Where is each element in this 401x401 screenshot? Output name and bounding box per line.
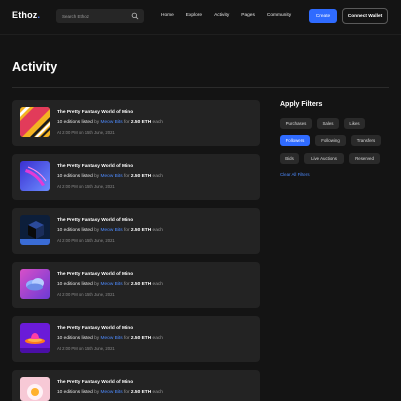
- each-label: each: [152, 228, 163, 233]
- nav-activity[interactable]: Activity: [214, 13, 229, 18]
- logo-text: Ethoz: [12, 10, 38, 20]
- edition-count: 10 editions listed: [57, 336, 93, 341]
- activity-card[interactable]: The Pretty Fantasy World of Mino 10 edit…: [12, 370, 260, 401]
- price: 2.50 ETH: [130, 174, 152, 179]
- search-icon[interactable]: [131, 12, 139, 20]
- search-box[interactable]: [56, 9, 144, 23]
- activity-card[interactable]: The Pretty Fantasy World of Mino 10 edit…: [12, 262, 260, 308]
- price: 2.50 ETH: [130, 390, 152, 395]
- filter-chip-transfers[interactable]: Transfers: [351, 135, 381, 146]
- price: 2.50 ETH: [130, 282, 152, 287]
- artist-link[interactable]: Meow Bits: [101, 228, 123, 233]
- edition-count: 10 editions listed: [57, 282, 93, 287]
- price: 2.50 ETH: [130, 120, 152, 125]
- by-label: by: [94, 120, 100, 125]
- card-timestamp: At 2:00 PM on 15th June, 2021: [57, 292, 115, 297]
- title-divider: [12, 87, 389, 88]
- artist-link[interactable]: Meow Bits: [101, 390, 123, 395]
- by-label: by: [94, 336, 100, 341]
- nft-thumbnail[interactable]: [20, 215, 50, 245]
- each-label: each: [152, 174, 163, 179]
- clear-filters-link[interactable]: Clear All Filters: [280, 172, 310, 177]
- nav-community[interactable]: Community: [267, 13, 291, 18]
- card-description: 10 editions listed by Meow Bits for 2.50…: [57, 120, 163, 125]
- filter-chip-sales[interactable]: Sales: [317, 118, 339, 129]
- activity-card[interactable]: The Pretty Fantasy World of Mino 10 edit…: [12, 154, 260, 200]
- nft-thumbnail[interactable]: [20, 269, 50, 299]
- nft-thumbnail[interactable]: [20, 161, 50, 191]
- for-label: for: [123, 228, 130, 233]
- by-label: by: [94, 174, 100, 179]
- filter-chip-following[interactable]: Following: [315, 135, 346, 146]
- card-title[interactable]: The Pretty Fantasy World of Mino: [57, 218, 133, 223]
- logo-dot: .: [37, 10, 41, 20]
- nav-home[interactable]: Home: [161, 13, 174, 18]
- card-timestamp: At 2:00 PM on 15th June, 2021: [57, 238, 115, 243]
- card-timestamp: At 2:00 PM on 15th June, 2021: [57, 346, 115, 351]
- filter-chip-live-auctions[interactable]: Live Auctions: [304, 153, 344, 164]
- filter-chip-reserved[interactable]: Reserved: [349, 153, 380, 164]
- for-label: for: [123, 390, 130, 395]
- filter-chip-likes[interactable]: Likes: [344, 118, 365, 129]
- filter-chip-bids[interactable]: Bids: [280, 153, 299, 164]
- card-description: 10 editions listed by Meow Bits for 2.50…: [57, 282, 163, 287]
- card-title[interactable]: The Pretty Fantasy World of Mino: [57, 326, 133, 331]
- connect-wallet-button[interactable]: Connect Wallet: [342, 8, 388, 24]
- filter-chip-purchases[interactable]: Purchases: [280, 118, 312, 129]
- artist-link[interactable]: Meow Bits: [101, 336, 123, 341]
- price: 2.50 ETH: [130, 336, 152, 341]
- card-title[interactable]: The Pretty Fantasy World of Mino: [57, 164, 133, 169]
- top-navigation-bar: Ethoz. Home Explore Activity Pages Commu…: [0, 0, 401, 34]
- search-input[interactable]: [62, 13, 128, 19]
- activity-card[interactable]: The Pretty Fantasy World of Mino 10 edit…: [12, 316, 260, 362]
- nft-thumbnail[interactable]: [20, 377, 50, 401]
- for-label: for: [123, 120, 130, 125]
- by-label: by: [94, 282, 100, 287]
- each-label: each: [152, 120, 163, 125]
- artist-link[interactable]: Meow Bits: [101, 120, 123, 125]
- filters-title: Apply Filters: [280, 101, 323, 108]
- page-title: Activity: [12, 60, 58, 74]
- header-divider: [0, 34, 401, 35]
- card-title[interactable]: The Pretty Fantasy World of Mino: [57, 110, 133, 115]
- artist-link[interactable]: Meow Bits: [101, 174, 123, 179]
- card-description: 10 editions listed by Meow Bits for 2.50…: [57, 228, 163, 233]
- card-description: 10 editions listed by Meow Bits for 2.50…: [57, 336, 163, 341]
- for-label: for: [123, 336, 130, 341]
- filter-chip-followers[interactable]: Followers: [280, 135, 310, 146]
- nft-thumbnail[interactable]: [20, 107, 50, 137]
- card-title[interactable]: The Pretty Fantasy World of Mino: [57, 380, 133, 385]
- edition-count: 10 editions listed: [57, 390, 93, 395]
- card-description: 10 editions listed by Meow Bits for 2.50…: [57, 390, 163, 395]
- price: 2.50 ETH: [130, 228, 152, 233]
- card-description: 10 editions listed by Meow Bits for 2.50…: [57, 174, 163, 179]
- main-nav: Home Explore Activity Pages Community: [161, 13, 303, 18]
- edition-count: 10 editions listed: [57, 228, 93, 233]
- each-label: each: [152, 390, 163, 395]
- activity-card[interactable]: The Pretty Fantasy World of Mino 10 edit…: [12, 100, 260, 146]
- nav-explore[interactable]: Explore: [186, 13, 202, 18]
- for-label: for: [123, 282, 130, 287]
- edition-count: 10 editions listed: [57, 120, 93, 125]
- each-label: each: [152, 282, 163, 287]
- artist-link[interactable]: Meow Bits: [101, 282, 123, 287]
- card-timestamp: At 2:00 PM on 15th June, 2021: [57, 130, 115, 135]
- for-label: for: [123, 174, 130, 179]
- create-button[interactable]: Create: [309, 9, 337, 23]
- edition-count: 10 editions listed: [57, 174, 93, 179]
- by-label: by: [94, 228, 100, 233]
- nft-thumbnail[interactable]: [20, 323, 50, 353]
- each-label: each: [152, 336, 163, 341]
- nav-pages[interactable]: Pages: [241, 13, 255, 18]
- card-title[interactable]: The Pretty Fantasy World of Mino: [57, 272, 133, 277]
- by-label: by: [94, 390, 100, 395]
- activity-card[interactable]: The Pretty Fantasy World of Mino 10 edit…: [12, 208, 260, 254]
- logo[interactable]: Ethoz.: [12, 10, 40, 20]
- card-timestamp: At 2:00 PM on 15th June, 2021: [57, 184, 115, 189]
